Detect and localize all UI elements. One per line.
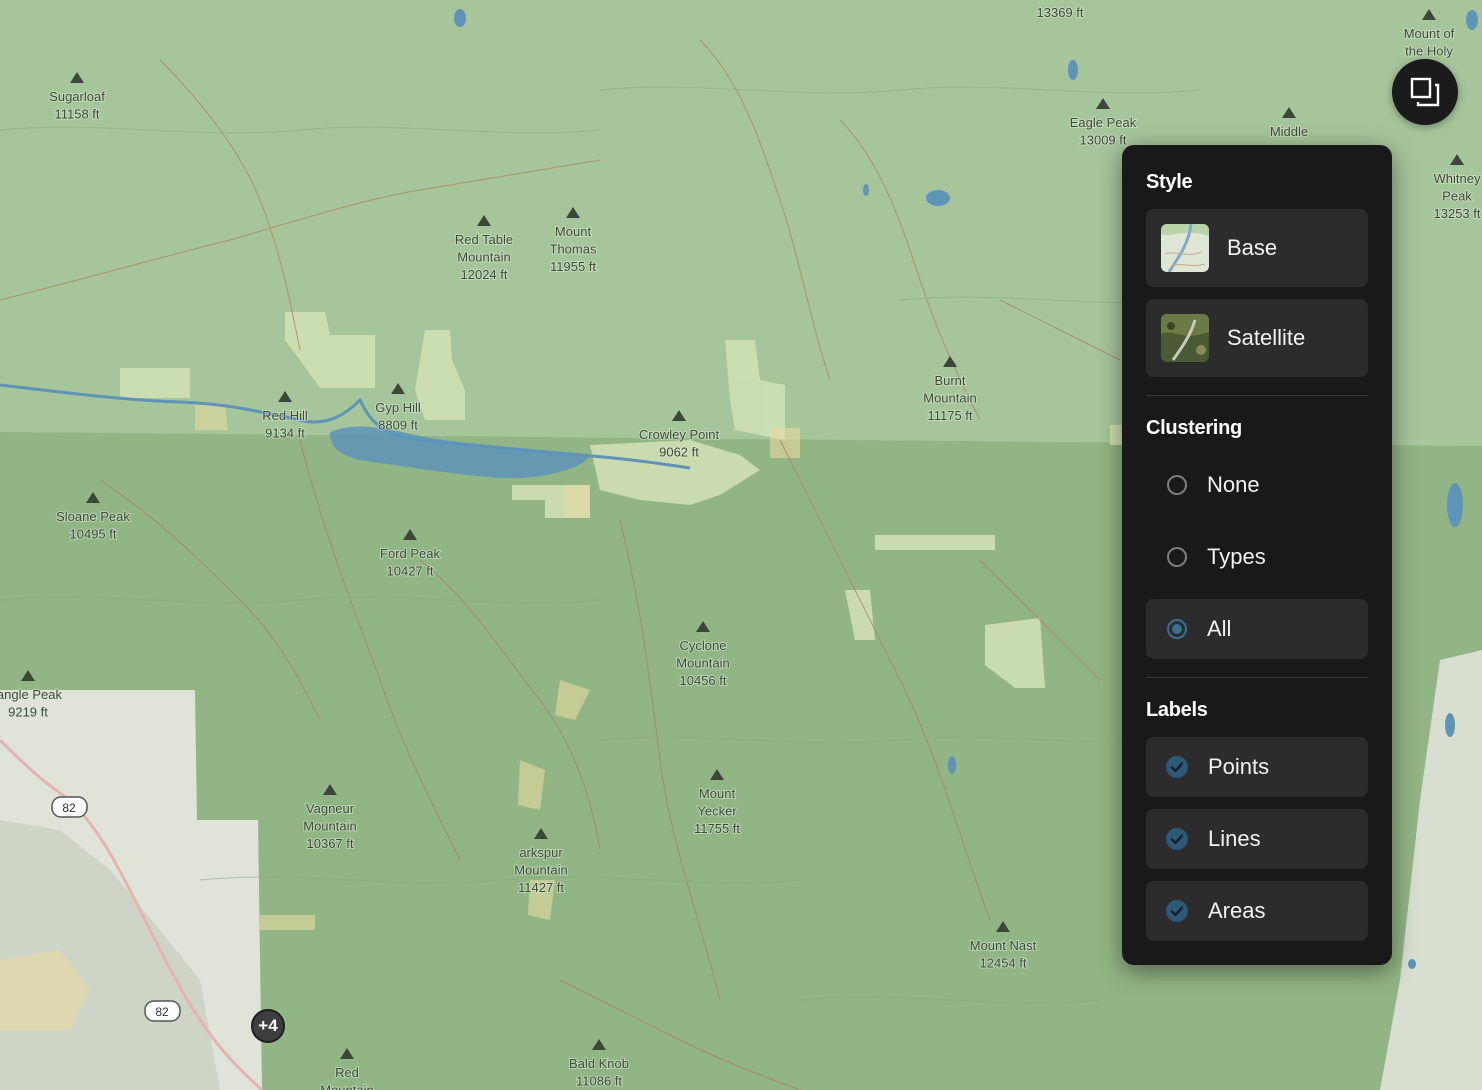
clustering-option-label: None (1207, 472, 1260, 497)
style-option-satellite[interactable]: Satellite (1146, 299, 1368, 377)
checkmark-icon[interactable] (1166, 828, 1188, 850)
peak-label: 11086 ft (576, 1074, 622, 1089)
peak-label: Red Table (455, 232, 513, 247)
labels-option-lines[interactable]: Lines (1146, 809, 1368, 869)
peak-label: Mount of (1404, 26, 1455, 41)
peak-label: 10367 ft (307, 836, 354, 851)
topo-thumbnail-icon (1161, 224, 1209, 272)
peak-label: Eagle Peak (1070, 115, 1137, 130)
peak-label: 10495 ft (70, 527, 117, 542)
clustering-option-none[interactable]: None (1146, 455, 1368, 515)
peak-label: Bald Knob (569, 1056, 629, 1071)
peak-label: the Holy (1405, 44, 1453, 59)
peak-label: Mountain (514, 863, 567, 878)
peak-label: Sugarloaf (49, 89, 105, 104)
labels-option-label: Points (1208, 754, 1270, 779)
peak-label: Sloane Peak (56, 509, 130, 524)
labels-option-label: Lines (1208, 826, 1261, 851)
style-section-title: Style (1146, 171, 1193, 193)
style-option-label: Satellite (1227, 325, 1306, 350)
peak-label: Red Hill (262, 408, 308, 423)
peak-label: 11175 ft (927, 408, 972, 423)
peak-label: 9134 ft (265, 426, 305, 441)
labels-option-label: Areas (1208, 898, 1266, 923)
peak-label: Mount Nast (970, 938, 1037, 953)
style-option-base[interactable]: Base (1146, 209, 1368, 287)
peak-label: iangle Peak (0, 687, 62, 702)
peak-label: 13253 ft (1434, 206, 1481, 221)
peak-label: 10456 ft (680, 673, 727, 688)
peak-label: 12454 ft (980, 956, 1027, 971)
radio-button[interactable] (1167, 547, 1187, 567)
peak-label: Burnt (934, 373, 965, 388)
peak-label: Mountain (457, 250, 510, 265)
style-option-label: Base (1227, 235, 1278, 260)
peak-label: Yecker (697, 804, 737, 819)
peak-label: Mountain (923, 391, 976, 406)
peak-label: Middle (1270, 124, 1308, 139)
peak-label: Red (335, 1065, 359, 1080)
peak-label: Whitney (1434, 171, 1481, 186)
peak-label: 13009 ft (1080, 133, 1127, 148)
peak-label: Mount (555, 224, 592, 239)
labels-option-areas[interactable]: Areas (1146, 881, 1368, 941)
divider (1146, 395, 1368, 396)
peak-label: Gyp Hill (375, 400, 421, 415)
labels-option-points[interactable]: Points (1146, 737, 1368, 797)
peak-label: 9219 ft (8, 705, 48, 720)
peak-label: 11158 ft (54, 107, 99, 122)
clustering-option-label: All (1207, 616, 1232, 641)
labels-section-title: Labels (1146, 699, 1208, 721)
checkmark-icon[interactable] (1166, 756, 1188, 778)
peak-label: 9062 ft (659, 445, 699, 460)
peak-label: Mount (699, 786, 736, 801)
divider (1146, 677, 1368, 678)
peak-label: Vagneur (306, 801, 355, 816)
radio-button-selected[interactable] (1167, 619, 1187, 639)
layers-panel: Style Base Satellite Clustering None Typ… (1122, 145, 1392, 965)
clustering-section-title: Clustering (1146, 417, 1242, 439)
peak-label: 11755 ft (694, 821, 740, 836)
checkmark-icon[interactable] (1166, 900, 1188, 922)
peak-label: Mountain (320, 1083, 373, 1090)
clustering-option-types[interactable]: Types (1146, 527, 1368, 587)
peak-label: 8809 ft (378, 418, 418, 433)
cluster-badge[interactable]: +4 (251, 1009, 285, 1043)
peak-label: Mountain (676, 656, 729, 671)
peak-label: Peak (1442, 189, 1472, 204)
clustering-option-all[interactable]: All (1146, 599, 1368, 659)
peak-label: arkspur (519, 845, 563, 860)
peak-label: 13369 ft (1037, 5, 1084, 20)
peak-label: 11955 ft (550, 259, 596, 274)
peak-label: Crowley Point (639, 427, 720, 442)
radio-button[interactable] (1167, 475, 1187, 495)
highway-shield-label: 82 (62, 801, 76, 815)
clustering-option-label: Types (1207, 544, 1266, 569)
peak-label: Thomas (550, 242, 597, 257)
peak-label: Ford Peak (380, 546, 440, 561)
peak-label: 10427 ft (387, 564, 434, 579)
layers-icon (1410, 77, 1440, 107)
layers-button[interactable] (1392, 59, 1458, 125)
peak-label: 11427 ft (518, 880, 564, 895)
peak-label: 12024 ft (461, 267, 508, 282)
satellite-thumbnail-icon (1161, 314, 1209, 362)
highway-shield-label: 82 (155, 1005, 169, 1019)
peak-label: Cyclone (680, 638, 727, 653)
peak-label: Mountain (303, 819, 356, 834)
